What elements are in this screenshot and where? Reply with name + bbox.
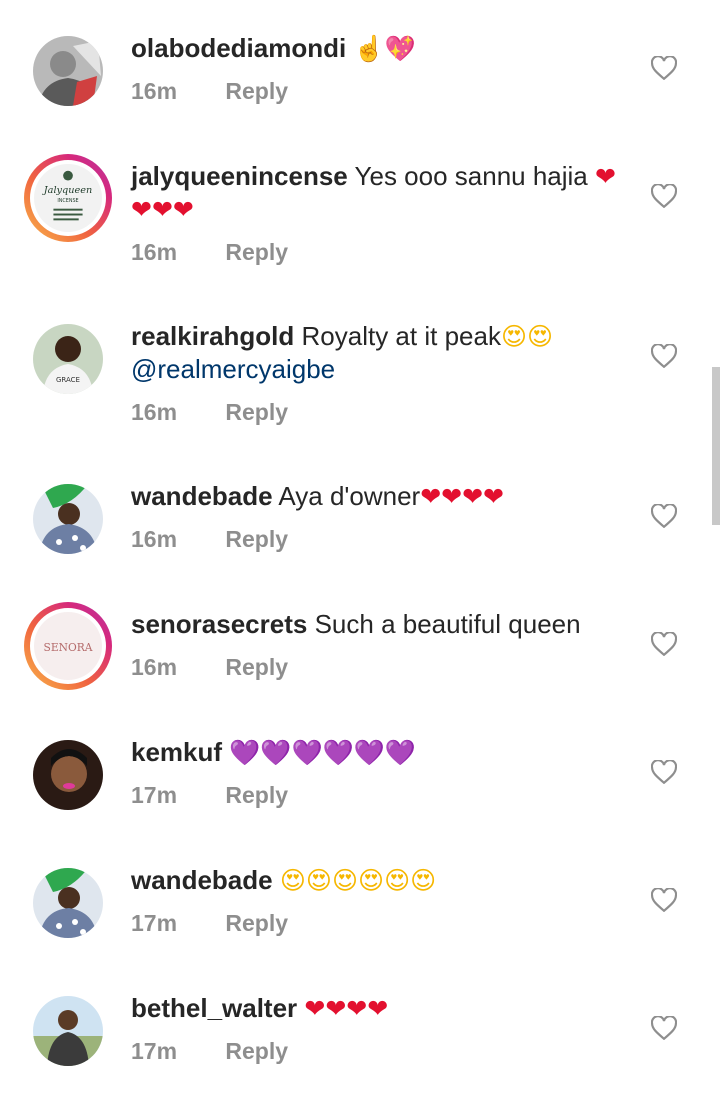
avatar[interactable] [33, 36, 103, 106]
reply-button[interactable]: Reply [225, 399, 288, 425]
username[interactable]: olabodediamondi [131, 33, 346, 63]
timestamp: 17m [131, 1038, 178, 1064]
timestamp: 17m [131, 910, 178, 936]
heart-icon[interactable] [651, 344, 677, 368]
avatar[interactable]: SENORA [24, 602, 112, 690]
heart-icon[interactable] [651, 1016, 677, 1040]
comment-meta: 17m Reply [131, 782, 288, 809]
senora-logo-icon: SENORA [34, 612, 102, 680]
comment-text: senorasecrets Such a beautiful queen [131, 608, 631, 641]
timestamp: 16m [131, 526, 178, 552]
comment-meta: 17m Reply [131, 910, 288, 937]
username[interactable]: jalyqueenincense [131, 161, 348, 191]
comment-meta: 16m Reply [131, 78, 288, 105]
emoji: ❤❤❤❤ [304, 994, 389, 1023]
mention-link[interactable]: @realmercyaigbe [131, 354, 335, 384]
reply-button[interactable]: Reply [225, 782, 288, 808]
timestamp: 16m [131, 78, 178, 104]
scrollbar[interactable] [712, 367, 720, 525]
comment-message: Such a beautiful queen [314, 609, 581, 639]
comment-text: wandebade 😍😍😍😍😍😍 [131, 864, 631, 897]
avatar[interactable] [33, 996, 103, 1066]
reply-button[interactable]: Reply [225, 654, 288, 680]
username[interactable]: wandebade [131, 481, 273, 511]
emoji: ❤❤❤❤ [420, 482, 504, 511]
timestamp: 17m [131, 782, 178, 808]
username[interactable]: wandebade [131, 865, 273, 895]
username[interactable]: realkirahgold [131, 321, 294, 351]
comment-message: Aya d'owner [278, 481, 421, 511]
comment-text: kemkuf 💜💜💜💜💜💜 [131, 736, 631, 769]
avatar-logo-text: SENORA [44, 641, 93, 654]
svg-text:GRACE: GRACE [56, 376, 80, 384]
avatar[interactable]: GRACE [33, 324, 103, 394]
comment-meta: 16m Reply [131, 399, 288, 426]
profile-photo-icon [33, 740, 103, 810]
comment-text: bethel_walter ❤❤❤❤ [131, 992, 631, 1025]
emoji: ☝️💖 [353, 34, 416, 63]
comment-message: Royalty at it peak [301, 321, 501, 351]
avatar[interactable] [33, 740, 103, 810]
comment-meta: 16m Reply [131, 654, 288, 681]
comment-text: wandebade Aya d'owner❤❤❤❤ [131, 480, 631, 513]
reply-button[interactable]: Reply [225, 910, 288, 936]
avatar-logo-text: Jalyqueen [42, 185, 92, 196]
username[interactable]: senorasecrets [131, 609, 307, 639]
emoji: 😍😍 [500, 322, 554, 351]
avatar[interactable]: Jalyqueen INCENSE [24, 154, 112, 242]
timestamp: 16m [131, 399, 178, 425]
reply-button[interactable]: Reply [225, 526, 288, 552]
timestamp: 16m [131, 239, 178, 265]
avatar-logo-sub: INCENSE [57, 198, 78, 204]
comment-meta: 16m Reply [131, 239, 288, 266]
emoji: 💜💜💜💜💜💜 [229, 738, 417, 767]
username[interactable]: kemkuf [131, 737, 222, 767]
jalyqueen-logo-icon: Jalyqueen INCENSE [34, 164, 102, 232]
profile-photo-icon [33, 868, 103, 938]
comment-meta: 16m Reply [131, 526, 288, 553]
reply-button[interactable]: Reply [225, 1038, 288, 1064]
heart-icon[interactable] [651, 888, 677, 912]
heart-icon[interactable] [651, 760, 677, 784]
reply-button[interactable]: Reply [225, 78, 288, 104]
comment-meta: 17m Reply [131, 1038, 288, 1065]
comment-text: realkirahgold Royalty at it peak😍😍 @real… [131, 320, 631, 386]
profile-photo-icon [33, 996, 103, 1066]
profile-photo-icon [33, 484, 103, 554]
heart-icon[interactable] [651, 632, 677, 656]
heart-icon[interactable] [651, 504, 677, 528]
heart-icon[interactable] [651, 184, 677, 208]
avatar[interactable] [33, 868, 103, 938]
comment-message: Yes ooo sannu hajia [354, 161, 588, 191]
comment-text: olabodediamondi ☝️💖 [131, 32, 631, 65]
comment-text: jalyqueenincense Yes ooo sannu hajia ❤❤❤… [131, 160, 631, 226]
heart-icon[interactable] [651, 56, 677, 80]
timestamp: 16m [131, 654, 178, 680]
emoji: 😍😍😍😍😍😍 [279, 866, 437, 895]
username[interactable]: bethel_walter [131, 993, 297, 1023]
profile-photo-icon: GRACE [33, 324, 103, 394]
reply-button[interactable]: Reply [225, 239, 288, 265]
profile-photo-icon [33, 36, 103, 106]
avatar[interactable] [33, 484, 103, 554]
